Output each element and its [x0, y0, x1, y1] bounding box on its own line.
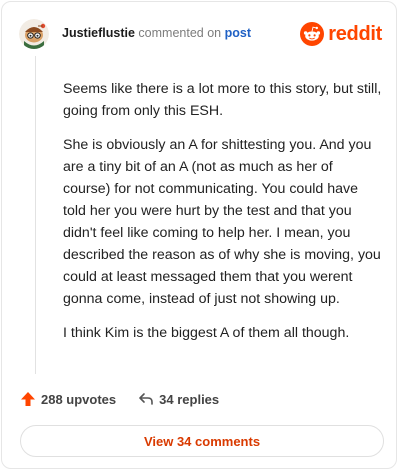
post-link[interactable]: post	[225, 26, 251, 40]
reddit-snoo-icon	[300, 22, 325, 46]
avatar[interactable]	[19, 19, 49, 49]
comment-paragraph: I think Kim is the biggest A of them all…	[63, 325, 350, 341]
username[interactable]: Justieflustie	[62, 26, 135, 40]
reply-arrow-icon	[139, 393, 153, 405]
reply-button[interactable]: 34 replies	[138, 391, 219, 407]
commented-on-text: commented on	[138, 26, 222, 40]
upvote-button[interactable]: 288 upvotes	[20, 391, 116, 407]
comment-actions: 288 upvotes 34 replies	[20, 391, 219, 407]
upvote-arrow-icon	[21, 392, 35, 406]
view-comments-button[interactable]: View 34 comments	[20, 425, 384, 457]
comment-paragraph: Seems like there is a lot more to this s…	[63, 81, 382, 119]
reddit-logo: reddit	[300, 22, 382, 46]
snoo-avatar-icon	[19, 19, 49, 49]
reply-count: 34 replies	[159, 391, 220, 407]
comment-header: Justieflustie commented on post	[62, 26, 251, 40]
upvote-count: 288 upvotes	[41, 391, 117, 407]
reddit-wordmark: reddit	[328, 22, 382, 45]
thread-line[interactable]	[35, 56, 36, 374]
comment-paragraph: She is obviously an A for shittesting yo…	[63, 137, 381, 307]
comment-body: Seems like there is a lot more to this s…	[63, 78, 383, 356]
comment-card: Justieflustie commented on post reddit S…	[1, 1, 397, 469]
